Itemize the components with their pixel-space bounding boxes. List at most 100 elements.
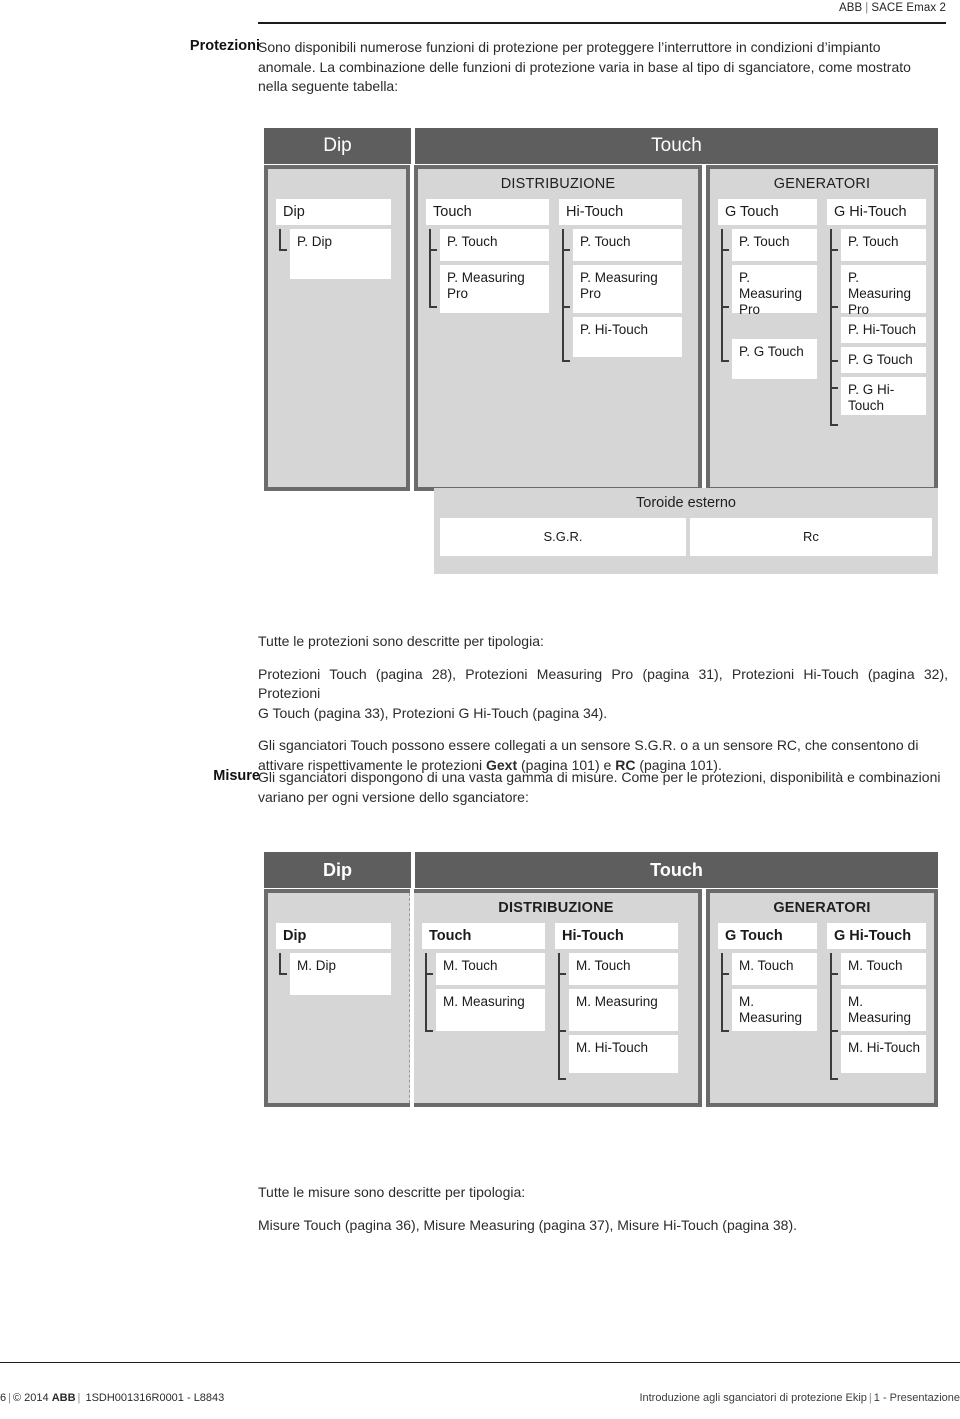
diagram-protezioni-headrow: Dip Touch <box>264 128 938 164</box>
leaf-cell: P. Measuring Pro <box>573 265 683 313</box>
column-children: P. Touch P. Measuring Pro P. G Touch <box>718 229 817 379</box>
diagram-protezioni: Dip Touch Dip P. Dip DISTRIBUZIONE Touch… <box>264 128 938 491</box>
toroide-cell-rc: Rc <box>689 518 932 556</box>
diagram-protezioni-inner-generatori: GENERATORI G Touch P. Touch P. Measuring… <box>710 169 934 487</box>
diagram-misure-headrow: Dip Touch <box>264 852 938 888</box>
tree-trunk <box>721 953 723 1031</box>
tree-trunk <box>830 229 832 425</box>
diagram-protezioni-panel-distribuzione: DISTRIBUZIONE Touch P. Touch P. Measurin… <box>414 165 702 491</box>
section-label-protezioni: Protezioni <box>189 38 260 54</box>
footer-left: 6 | © 2014 ABB | 1SDH001316R0001 - L8843 <box>0 1392 224 1404</box>
tree-tick <box>558 1030 566 1032</box>
column-header: Touch <box>422 923 545 949</box>
diagram-misure-colwrap-distribuzione: Touch M. Touch M. Measuring Hi-Touch M. … <box>422 923 690 1080</box>
leaf-cell: P. Measuring Pro <box>732 265 817 317</box>
column-header: G Hi-Touch <box>827 199 926 225</box>
diagram-misure-column-hitouch: Hi-Touch M. Touch M. Measuring M. Hi-Tou… <box>555 923 678 1080</box>
column-header: Dip <box>276 199 391 225</box>
tree-tick <box>279 249 287 251</box>
column-children: M. Touch M. Measuring <box>422 953 545 1032</box>
footer-right-chapter: 1 - Presentazione <box>873 1392 960 1404</box>
tree-tick <box>830 424 838 426</box>
header-rule <box>258 22 946 24</box>
protezioni-intro-line2: anomale. La combinazione delle funzioni … <box>258 58 911 75</box>
diagram-misure-panel-dip: Dip M. Dip <box>264 889 410 1107</box>
tree-tick <box>830 360 838 362</box>
footer-right-text: Introduzione agli sganciatori di protezi… <box>639 1392 867 1404</box>
leaf-cell: P. Hi-Touch <box>841 317 926 343</box>
footer-doc-code: 1SDH001316R0001 - L8843 <box>85 1392 225 1404</box>
leaf-cell: P. G Touch <box>841 347 926 373</box>
diagram-misure-inner-distribuzione: DISTRIBUZIONE Touch M. Touch M. Measurin… <box>414 893 698 1103</box>
diagram-protezioni-bodyrow: Dip P. Dip DISTRIBUZIONE Touch P. Touch … <box>264 165 938 491</box>
toroide-esterno-block: Toroide esterno S.G.R. Rc <box>434 488 938 574</box>
diagram-misure-colwrap-dip: Dip M. Dip <box>276 923 401 995</box>
tree-tick <box>830 1078 838 1080</box>
misure-after-text: Tutte le misure sono descritte per tipol… <box>258 1183 948 1235</box>
diagram-misure-head-touch: Touch <box>415 852 938 888</box>
tree-tick <box>429 249 438 251</box>
column-children: M. Touch M. Measuring <box>718 953 817 1032</box>
diagram-protezioni-panel-dip: Dip P. Dip <box>264 165 411 491</box>
column-header: Hi-Touch <box>555 923 678 949</box>
tree-trunk <box>558 953 560 1079</box>
diagram-protezioni-column-hitouch: Hi-Touch P. Touch P. Measuring Pro P. Hi… <box>559 199 683 362</box>
footer-bar-1: | <box>8 1392 11 1404</box>
column-header: Dip <box>276 923 391 949</box>
leaf-cell: P. G Touch <box>732 339 817 379</box>
diagram-misure-column-ghitouch: G Hi-Touch M. Touch M. Measuring M. Hi-T… <box>827 923 926 1080</box>
diagram-protezioni-colwrap-distribuzione: Touch P. Touch P. Measuring Pro Hi-Touch… <box>426 199 690 362</box>
leaf-cell: P. Measuring Pro <box>841 265 926 317</box>
leaf-cell: P. Touch <box>440 229 550 261</box>
misure-intro: Gli sganciatori dispongono di una vasta … <box>258 768 948 807</box>
column-children: P. Touch P. Measuring Pro P. Hi-Touch P.… <box>827 229 926 426</box>
tree-tick <box>721 973 729 975</box>
tree-trunk <box>830 953 832 1079</box>
tree-tick <box>721 306 729 308</box>
column-header: G Hi-Touch <box>827 923 926 949</box>
diagram-protezioni-inner-distribuzione: DISTRIBUZIONE Touch P. Touch P. Measurin… <box>418 169 698 487</box>
diagram-misure-column-dip: Dip M. Dip <box>276 923 391 995</box>
diagram-misure-cat-distribuzione: DISTRIBUZIONE <box>498 900 614 916</box>
footer-bar-2: | <box>77 1392 81 1404</box>
diagram-protezioni-head-dip: Dip <box>264 128 411 164</box>
leaf-cell: M. Hi-Touch <box>569 1035 678 1073</box>
column-children: P. Touch P. Measuring Pro P. Hi-Touch <box>559 229 683 362</box>
leaf-cell: M. Touch <box>436 953 545 985</box>
leaf-cell: M. Measuring <box>569 989 678 1031</box>
tree-tick <box>721 1030 729 1032</box>
diagram-protezioni-column-touch: Touch P. Touch P. Measuring Pro <box>426 199 550 357</box>
leaf-cell: M. Hi-Touch <box>841 1035 926 1073</box>
document-page: ABB | SACE Emax 2 Protezioni Sono disponib… <box>0 0 960 1419</box>
diagram-misure-panel-distribuzione: DISTRIBUZIONE Touch M. Touch M. Measurin… <box>414 889 702 1107</box>
tree-tick <box>558 973 566 975</box>
tree-tick <box>562 360 571 362</box>
protezioni-after-line2: Protezioni Touch (pagina 28), Protezioni… <box>258 665 948 702</box>
diagram-protezioni-colwrap-dip: Dip P. Dip <box>276 199 398 279</box>
leaf-cell: M. Measuring <box>732 989 817 1031</box>
tree-tick <box>830 973 838 975</box>
protezioni-after-line1: Tutte le protezioni sono descritte per t… <box>258 633 544 649</box>
column-header: Hi-Touch <box>559 199 683 225</box>
diagram-protezioni-column-ghitouch: G Hi-Touch P. Touch P. Measuring Pro P. … <box>827 199 926 426</box>
leaf-cell: M. Touch <box>569 953 678 985</box>
tree-trunk <box>279 953 281 975</box>
diagram-protezioni-column-dip: Dip P. Dip <box>276 199 391 279</box>
footer-rule <box>0 1362 960 1363</box>
header-brand-abb: ABB <box>838 2 863 14</box>
leaf-cell: P. Touch <box>841 229 926 261</box>
toroide-esterno-row: S.G.R. Rc <box>434 518 938 562</box>
leaf-cell: M. Touch <box>732 953 817 985</box>
tree-tick <box>429 306 438 308</box>
diagram-misure-column-gtouch: G Touch M. Touch M. Measuring <box>718 923 817 1073</box>
column-header: G Touch <box>718 923 817 949</box>
leaf-cell: M. Dip <box>290 953 391 995</box>
tree-tick <box>830 387 838 389</box>
column-children: P. Dip <box>276 229 391 279</box>
tree-trunk <box>429 229 431 307</box>
leaf-cell: M. Touch <box>841 953 926 985</box>
protezioni-after-line3: G Touch (pagina 33), Protezioni G Hi-Tou… <box>258 704 608 721</box>
